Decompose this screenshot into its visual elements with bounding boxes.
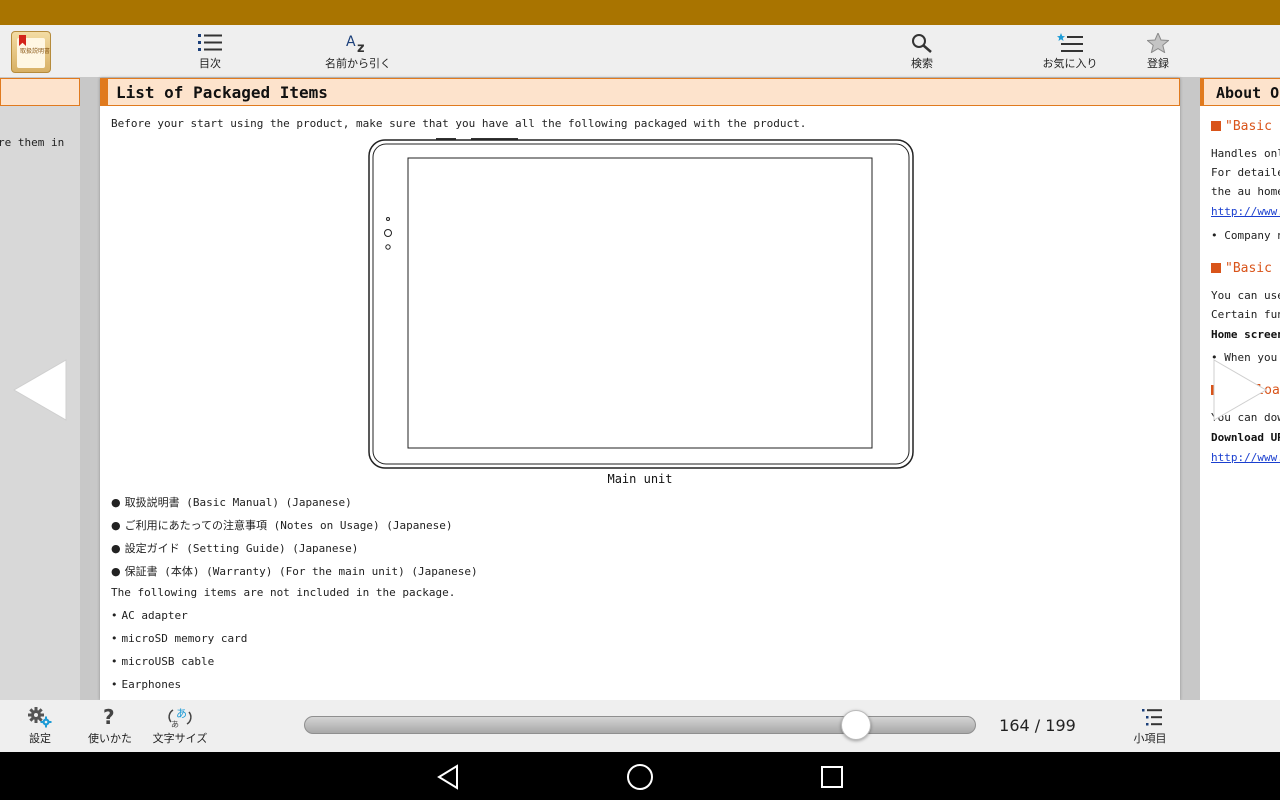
- index-button[interactable]: A z 名前から引く: [318, 25, 398, 77]
- main-page: List of Packaged Items Before your start…: [100, 78, 1180, 700]
- toc-label: 目次: [199, 57, 221, 70]
- page-slider[interactable]: [304, 716, 976, 734]
- favorites-button[interactable]: お気に入り: [1035, 25, 1105, 77]
- font-size-button[interactable]: あ あ 文字サイズ: [148, 700, 212, 752]
- next-page-text: You can use: [1211, 289, 1280, 302]
- list-item-text: microUSB cable: [121, 655, 215, 668]
- next-page-bullet: • Company na: [1211, 229, 1280, 242]
- search-label: 検索: [911, 57, 933, 70]
- list-item-text: 保証書 (本体) (Warranty) (For the main unit) …: [124, 565, 478, 578]
- intro-text: Before your start using the product, mak…: [111, 117, 807, 130]
- page-counter: 164 / 199: [999, 716, 1076, 735]
- android-navigation-bar: [0, 752, 1280, 800]
- howto-button[interactable]: ? 使いかた: [80, 700, 140, 752]
- previous-page-header: [0, 78, 80, 106]
- svg-text:A: A: [346, 34, 356, 50]
- next-page-heading: "Basic M: [1211, 261, 1280, 276]
- next-page-bullet-text: Company na: [1224, 229, 1280, 242]
- question-icon: ?: [103, 706, 115, 728]
- list-icon: [198, 34, 222, 51]
- star-list-icon: [1057, 33, 1083, 52]
- gear-icon: [28, 707, 52, 728]
- index-label: 名前から引く: [325, 57, 391, 70]
- list-item: • AC adapter: [111, 609, 188, 622]
- list-item: ● 設定ガイド (Setting Guide) (Japanese): [111, 542, 359, 555]
- list-item: ● ご利用にあたっての注意事項 (Notes on Usage) (Japanes…: [111, 519, 453, 532]
- svg-text:z: z: [357, 41, 365, 53]
- next-page-bold-text: Download URL: [1211, 431, 1280, 444]
- favorites-label: お気に入り: [1042, 57, 1098, 70]
- app-icon[interactable]: 取扱説明書: [11, 31, 51, 73]
- star-icon: [1147, 33, 1169, 53]
- list-item: ● 取扱説明書 (Basic Manual) (Japanese): [111, 496, 352, 509]
- howto-label: 使いかた: [88, 732, 132, 745]
- text-size-icon: あ あ: [168, 707, 192, 728]
- top-toolbar: 取扱説明書 目次 A z 名前から引く 検索 お気に入り 登録: [0, 25, 1280, 77]
- next-page-text: For detailed: [1211, 166, 1280, 179]
- app-icon-text: 取扱説明書: [20, 48, 51, 55]
- subitems-label: 小項目: [1133, 732, 1167, 745]
- tablet-illustration: [368, 138, 914, 469]
- next-page-link[interactable]: http://www.a: [1211, 451, 1280, 464]
- previous-page-text: re them in: [0, 136, 65, 149]
- next-page-text: Handles only: [1211, 147, 1280, 160]
- back-icon[interactable]: [436, 764, 460, 790]
- search-button[interactable]: 検索: [892, 25, 952, 77]
- home-icon[interactable]: [626, 763, 654, 791]
- sublist-icon: [1142, 709, 1162, 726]
- next-page-heading: "Basic M: [1211, 119, 1280, 134]
- page-slider-thumb[interactable]: [841, 710, 871, 740]
- list-item-text: Earphones: [121, 678, 182, 691]
- list-item: • microUSB cable: [111, 655, 215, 668]
- next-page-title: About Op: [1200, 78, 1280, 106]
- list-item-text: AC adapter: [121, 609, 188, 622]
- list-item: • Earphones: [111, 678, 182, 691]
- list-item: • microSD memory card: [111, 632, 248, 645]
- svg-text:あ: あ: [176, 707, 187, 720]
- subitems-button[interactable]: 小項目: [1125, 700, 1175, 752]
- bottom-toolbar: 設定 ? 使いかた あ あ 文字サイズ 164 / 199 小項目: [0, 700, 1280, 752]
- settings-button[interactable]: 設定: [15, 700, 65, 752]
- next-page-arrow-icon[interactable]: [1212, 358, 1270, 422]
- list-item-text: microSD memory card: [121, 632, 248, 645]
- list-item: ● 保証書 (本体) (Warranty) (For the main unit)…: [111, 565, 478, 578]
- recent-apps-icon[interactable]: [821, 766, 843, 788]
- next-page-text: the au homep: [1211, 185, 1280, 198]
- register-label: 登録: [1147, 57, 1169, 70]
- list-item-text: 取扱説明書 (Basic Manual) (Japanese): [124, 496, 352, 509]
- list-item-text: 設定ガイド (Setting Guide) (Japanese): [124, 542, 359, 555]
- az-icon: A z: [346, 34, 365, 53]
- next-page-bold-text: Home screen-: [1211, 328, 1280, 341]
- figure-caption: Main unit: [607, 472, 673, 486]
- settings-label: 設定: [29, 732, 51, 745]
- svg-text:あ: あ: [171, 720, 179, 728]
- status-bar: [0, 0, 1280, 25]
- page-title: List of Packaged Items: [100, 78, 1180, 106]
- next-page-text: Certain func: [1211, 308, 1280, 321]
- next-page-link[interactable]: http://www.a: [1211, 205, 1280, 218]
- list-item-text: ご利用にあたっての注意事項 (Notes on Usage) (Japanese…: [124, 519, 453, 532]
- svg-text:?: ?: [103, 706, 115, 728]
- register-button[interactable]: 登録: [1133, 25, 1183, 77]
- magnifier-icon: [912, 34, 932, 53]
- font-size-label: 文字サイズ: [152, 732, 208, 745]
- toc-button[interactable]: 目次: [180, 25, 240, 77]
- previous-page-arrow-icon[interactable]: [10, 358, 68, 422]
- not-included-text: The following items are not included in …: [111, 586, 456, 599]
